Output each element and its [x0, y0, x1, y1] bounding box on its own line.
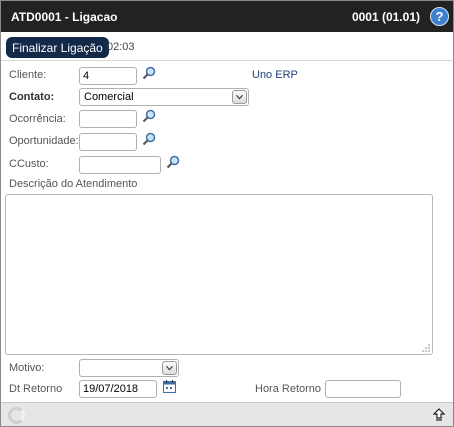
- descricao-label: Descrição do Atendimento: [9, 178, 138, 190]
- resize-grip-icon[interactable]: [422, 344, 430, 352]
- contato-value: Comercial: [84, 91, 134, 103]
- finish-call-button[interactable]: Finalizar Ligação: [6, 37, 109, 58]
- loading-spinner-icon: [8, 407, 25, 424]
- hora-retorno-label: Hora Retorno: [255, 383, 322, 395]
- contato-label: Contato:: [9, 91, 55, 103]
- hora-retorno-input[interactable]: [325, 380, 401, 398]
- cliente-label: Cliente:: [9, 69, 47, 81]
- cliente-search-icon[interactable]: [142, 66, 156, 80]
- ocorrencia-input[interactable]: [79, 110, 137, 128]
- help-icon[interactable]: ?: [430, 7, 449, 26]
- contato-select[interactable]: Comercial: [79, 88, 249, 106]
- ccusto-input[interactable]: [79, 156, 161, 174]
- status-footer: [1, 402, 453, 426]
- toolbar: Finalizar Ligação 02:03: [1, 32, 453, 61]
- motivo-select[interactable]: [79, 359, 179, 377]
- title-bar: ATD0001 - Ligacao 0001 (01.01) ?: [1, 1, 453, 32]
- ocorrencia-search-icon[interactable]: [142, 109, 156, 123]
- cliente-input[interactable]: [79, 67, 137, 85]
- arrow-up-icon[interactable]: [433, 408, 445, 421]
- dt-retorno-input[interactable]: [79, 380, 157, 398]
- oportunidade-search-icon[interactable]: [142, 132, 156, 146]
- ocorrencia-label: Ocorrência:: [9, 113, 66, 125]
- chevron-down-icon[interactable]: [232, 90, 247, 104]
- version-label: 0001 (01.01): [351, 10, 420, 24]
- oportunidade-input[interactable]: [79, 133, 137, 151]
- calendar-icon[interactable]: [163, 380, 176, 393]
- chevron-down-icon[interactable]: [162, 361, 177, 375]
- call-timer: 02:03: [107, 41, 135, 53]
- oportunidade-label: Oportunidade:: [9, 135, 79, 147]
- cliente-name: Uno ERP: [252, 69, 298, 81]
- motivo-label: Motivo:: [9, 362, 45, 374]
- dt-retorno-label: Dt Retorno: [9, 383, 63, 395]
- call-window: ATD0001 - Ligacao 0001 (01.01) ? Finaliz…: [0, 0, 454, 427]
- window-title: ATD0001 - Ligacao: [11, 10, 118, 24]
- ccusto-search-icon[interactable]: [166, 155, 180, 169]
- descricao-textarea[interactable]: [5, 194, 433, 355]
- ccusto-label: CCusto:: [9, 158, 49, 170]
